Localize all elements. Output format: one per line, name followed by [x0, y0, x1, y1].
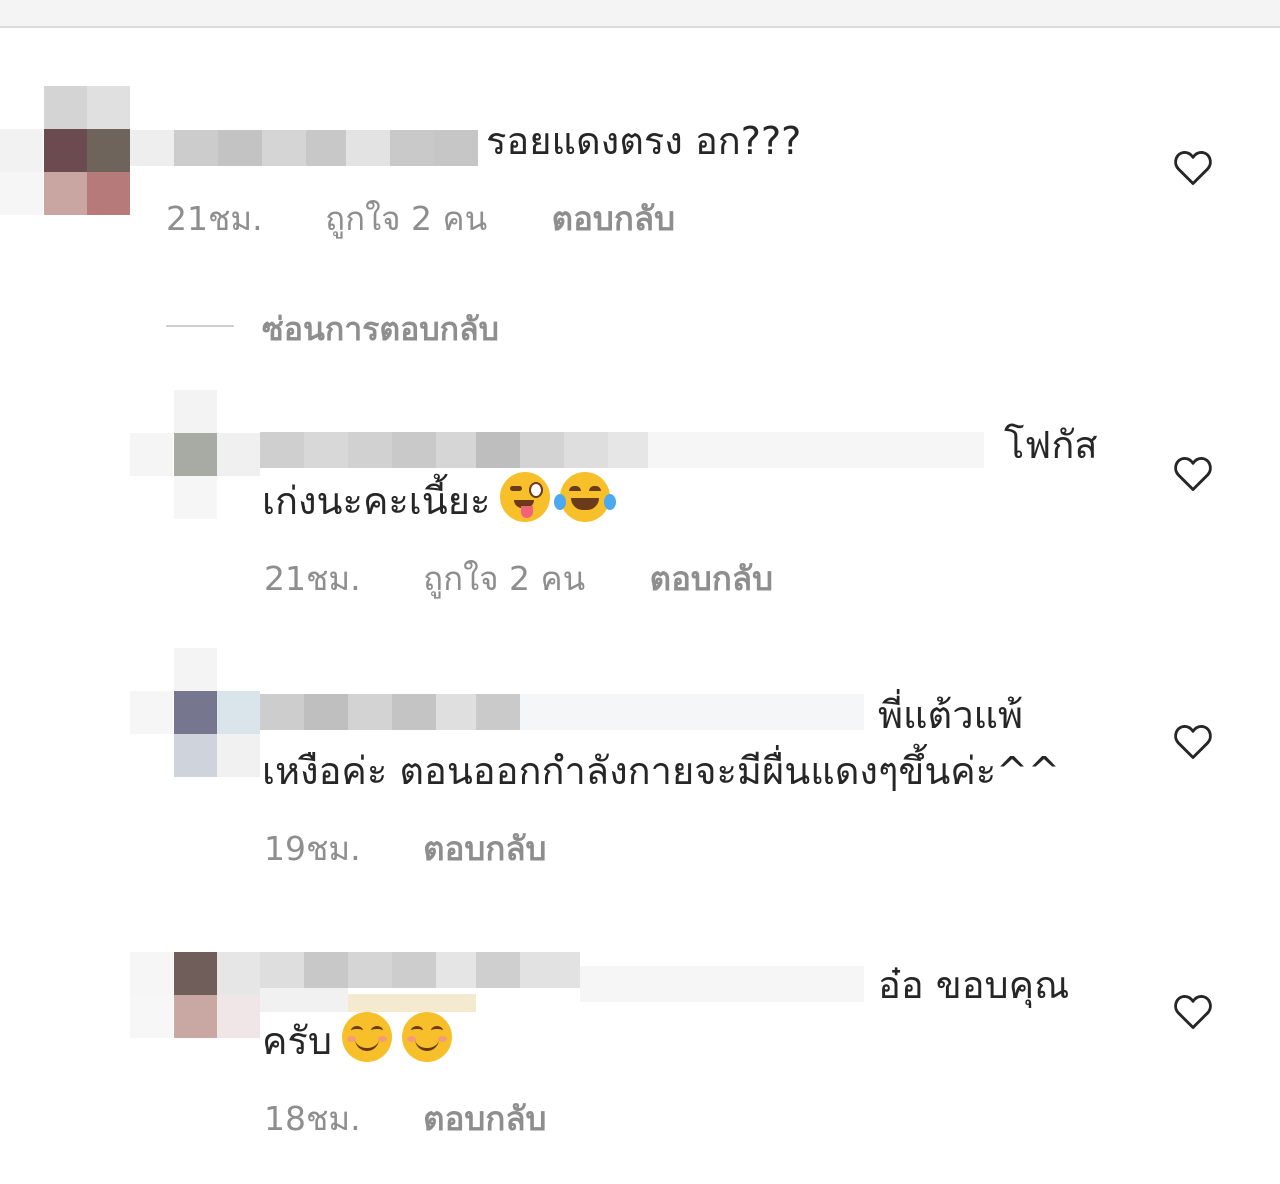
reply-text: ครับ: [262, 1019, 332, 1063]
reply-text-line2: เหงือค่ะ ตอนออกกำลังกายจะมีผื่นแดงๆขึ้นค…: [262, 749, 1060, 793]
avatar[interactable]: [0, 86, 130, 216]
winking-face-with-tongue-icon: [500, 472, 551, 522]
reply-button[interactable]: ตอบกลับ: [552, 192, 675, 245]
comment-text: รอยแดงตรง อก???: [486, 119, 802, 163]
reply-text-line1: โฟกัส: [1004, 423, 1098, 467]
reply-button[interactable]: ตอบกลับ: [423, 1092, 546, 1145]
hide-replies-label[interactable]: ซ่อนการตอบกลับ: [262, 304, 499, 355]
reply-time: 21ชม.: [264, 559, 361, 598]
reply-button[interactable]: ตอบกลับ: [650, 552, 773, 605]
heart-outline-icon[interactable]: [1173, 724, 1213, 760]
reply-text-line2: เก่งนะคะเนี้ยะ: [262, 472, 617, 530]
smiling-face-with-smiling-eyes-icon: [401, 1012, 452, 1062]
avatar[interactable]: [130, 952, 260, 1082]
reply-text: เก่งนะคะเนี้ยะ: [262, 479, 491, 523]
reply-text-line2: ครับ: [262, 1012, 452, 1070]
avatar[interactable]: [130, 648, 260, 778]
heart-outline-icon[interactable]: [1173, 150, 1213, 186]
divider-line: [166, 325, 234, 327]
reply-time: 19ชม.: [264, 829, 361, 868]
reply-meta: 18ชม. ตอบกลับ: [264, 1092, 547, 1145]
reply-meta: 19ชม. ตอบกลับ: [264, 822, 547, 875]
comment-likes-link[interactable]: ถูกใจ 2 คน: [325, 192, 487, 245]
top-bar: [0, 0, 1280, 28]
smiling-face-with-smiling-eyes-icon: [341, 1012, 392, 1062]
reply-time: 18ชม.: [264, 1099, 361, 1138]
heart-outline-icon[interactable]: [1173, 456, 1213, 492]
heart-outline-icon[interactable]: [1173, 994, 1213, 1030]
reply-text-line1: พี่แต้วแพ้: [878, 693, 1024, 737]
reply-button[interactable]: ตอบกลับ: [423, 822, 546, 875]
avatar[interactable]: [130, 390, 260, 520]
comment-time: 21ชม.: [166, 199, 263, 238]
reply-likes-link[interactable]: ถูกใจ 2 คน: [423, 552, 585, 605]
reply-text-line1: อ๋อ ขอบคุณ: [878, 963, 1070, 1007]
comment-meta: 21ชม. ถูกใจ 2 คน ตอบกลับ: [166, 192, 675, 245]
face-with-tears-of-joy-icon: [554, 472, 617, 522]
reply-meta: 21ชม. ถูกใจ 2 คน ตอบกลับ: [264, 552, 773, 605]
